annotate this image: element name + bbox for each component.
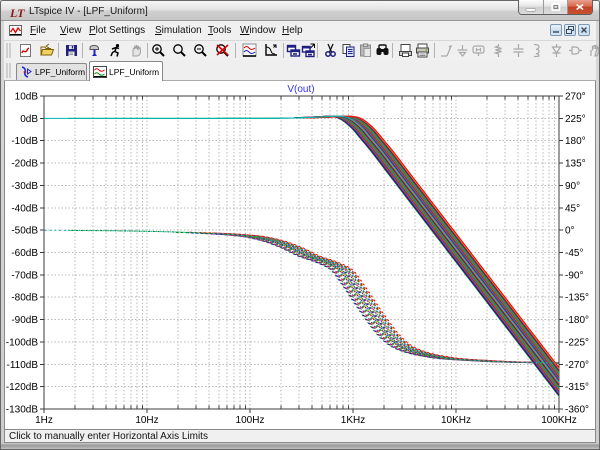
svg-text:-100dB: -100dB (6, 337, 39, 348)
svg-text:10Hz: 10Hz (135, 415, 158, 426)
svg-text:0°: 0° (565, 226, 575, 237)
svg-text:-30dB: -30dB (11, 181, 38, 192)
svg-text:-270°: -270° (565, 360, 589, 371)
svg-text:10KHz: 10KHz (441, 415, 471, 426)
svg-text:135°: 135° (565, 159, 586, 170)
svg-text:100Hz: 100Hz (236, 415, 265, 426)
svg-text:270°: 270° (565, 92, 586, 103)
svg-text:-10dB: -10dB (11, 136, 38, 147)
svg-text:-50dB: -50dB (11, 226, 38, 237)
svg-text:-70dB: -70dB (11, 270, 38, 281)
svg-text:-225°: -225° (565, 337, 589, 348)
svg-text:V(out): V(out) (287, 84, 314, 95)
svg-text:-90°: -90° (565, 270, 583, 281)
svg-text:1Hz: 1Hz (35, 415, 53, 426)
svg-text:-120dB: -120dB (6, 382, 39, 393)
svg-text:-45°: -45° (565, 248, 583, 259)
svg-text:-60dB: -60dB (11, 248, 38, 259)
svg-text:-80dB: -80dB (11, 293, 38, 304)
svg-text:0dB: 0dB (20, 114, 38, 125)
svg-text:-360°: -360° (565, 405, 589, 416)
svg-text:-40dB: -40dB (11, 203, 38, 214)
svg-text:-180°: -180° (565, 315, 589, 326)
svg-text:180°: 180° (565, 136, 586, 147)
svg-text:225°: 225° (565, 114, 586, 125)
svg-text:90°: 90° (565, 181, 580, 192)
svg-text:100KHz: 100KHz (541, 415, 577, 426)
svg-text:-130dB: -130dB (6, 405, 39, 416)
svg-text:LT: LT (10, 7, 25, 19)
svg-text:-135°: -135° (565, 293, 589, 304)
svg-text:-90dB: -90dB (11, 315, 38, 326)
svg-text:45°: 45° (565, 203, 580, 214)
svg-text:-315°: -315° (565, 382, 589, 393)
svg-text:-20dB: -20dB (11, 159, 38, 170)
svg-text:10dB: 10dB (15, 92, 39, 103)
svg-text:-110dB: -110dB (6, 360, 38, 371)
svg-text:1KHz: 1KHz (341, 415, 365, 426)
